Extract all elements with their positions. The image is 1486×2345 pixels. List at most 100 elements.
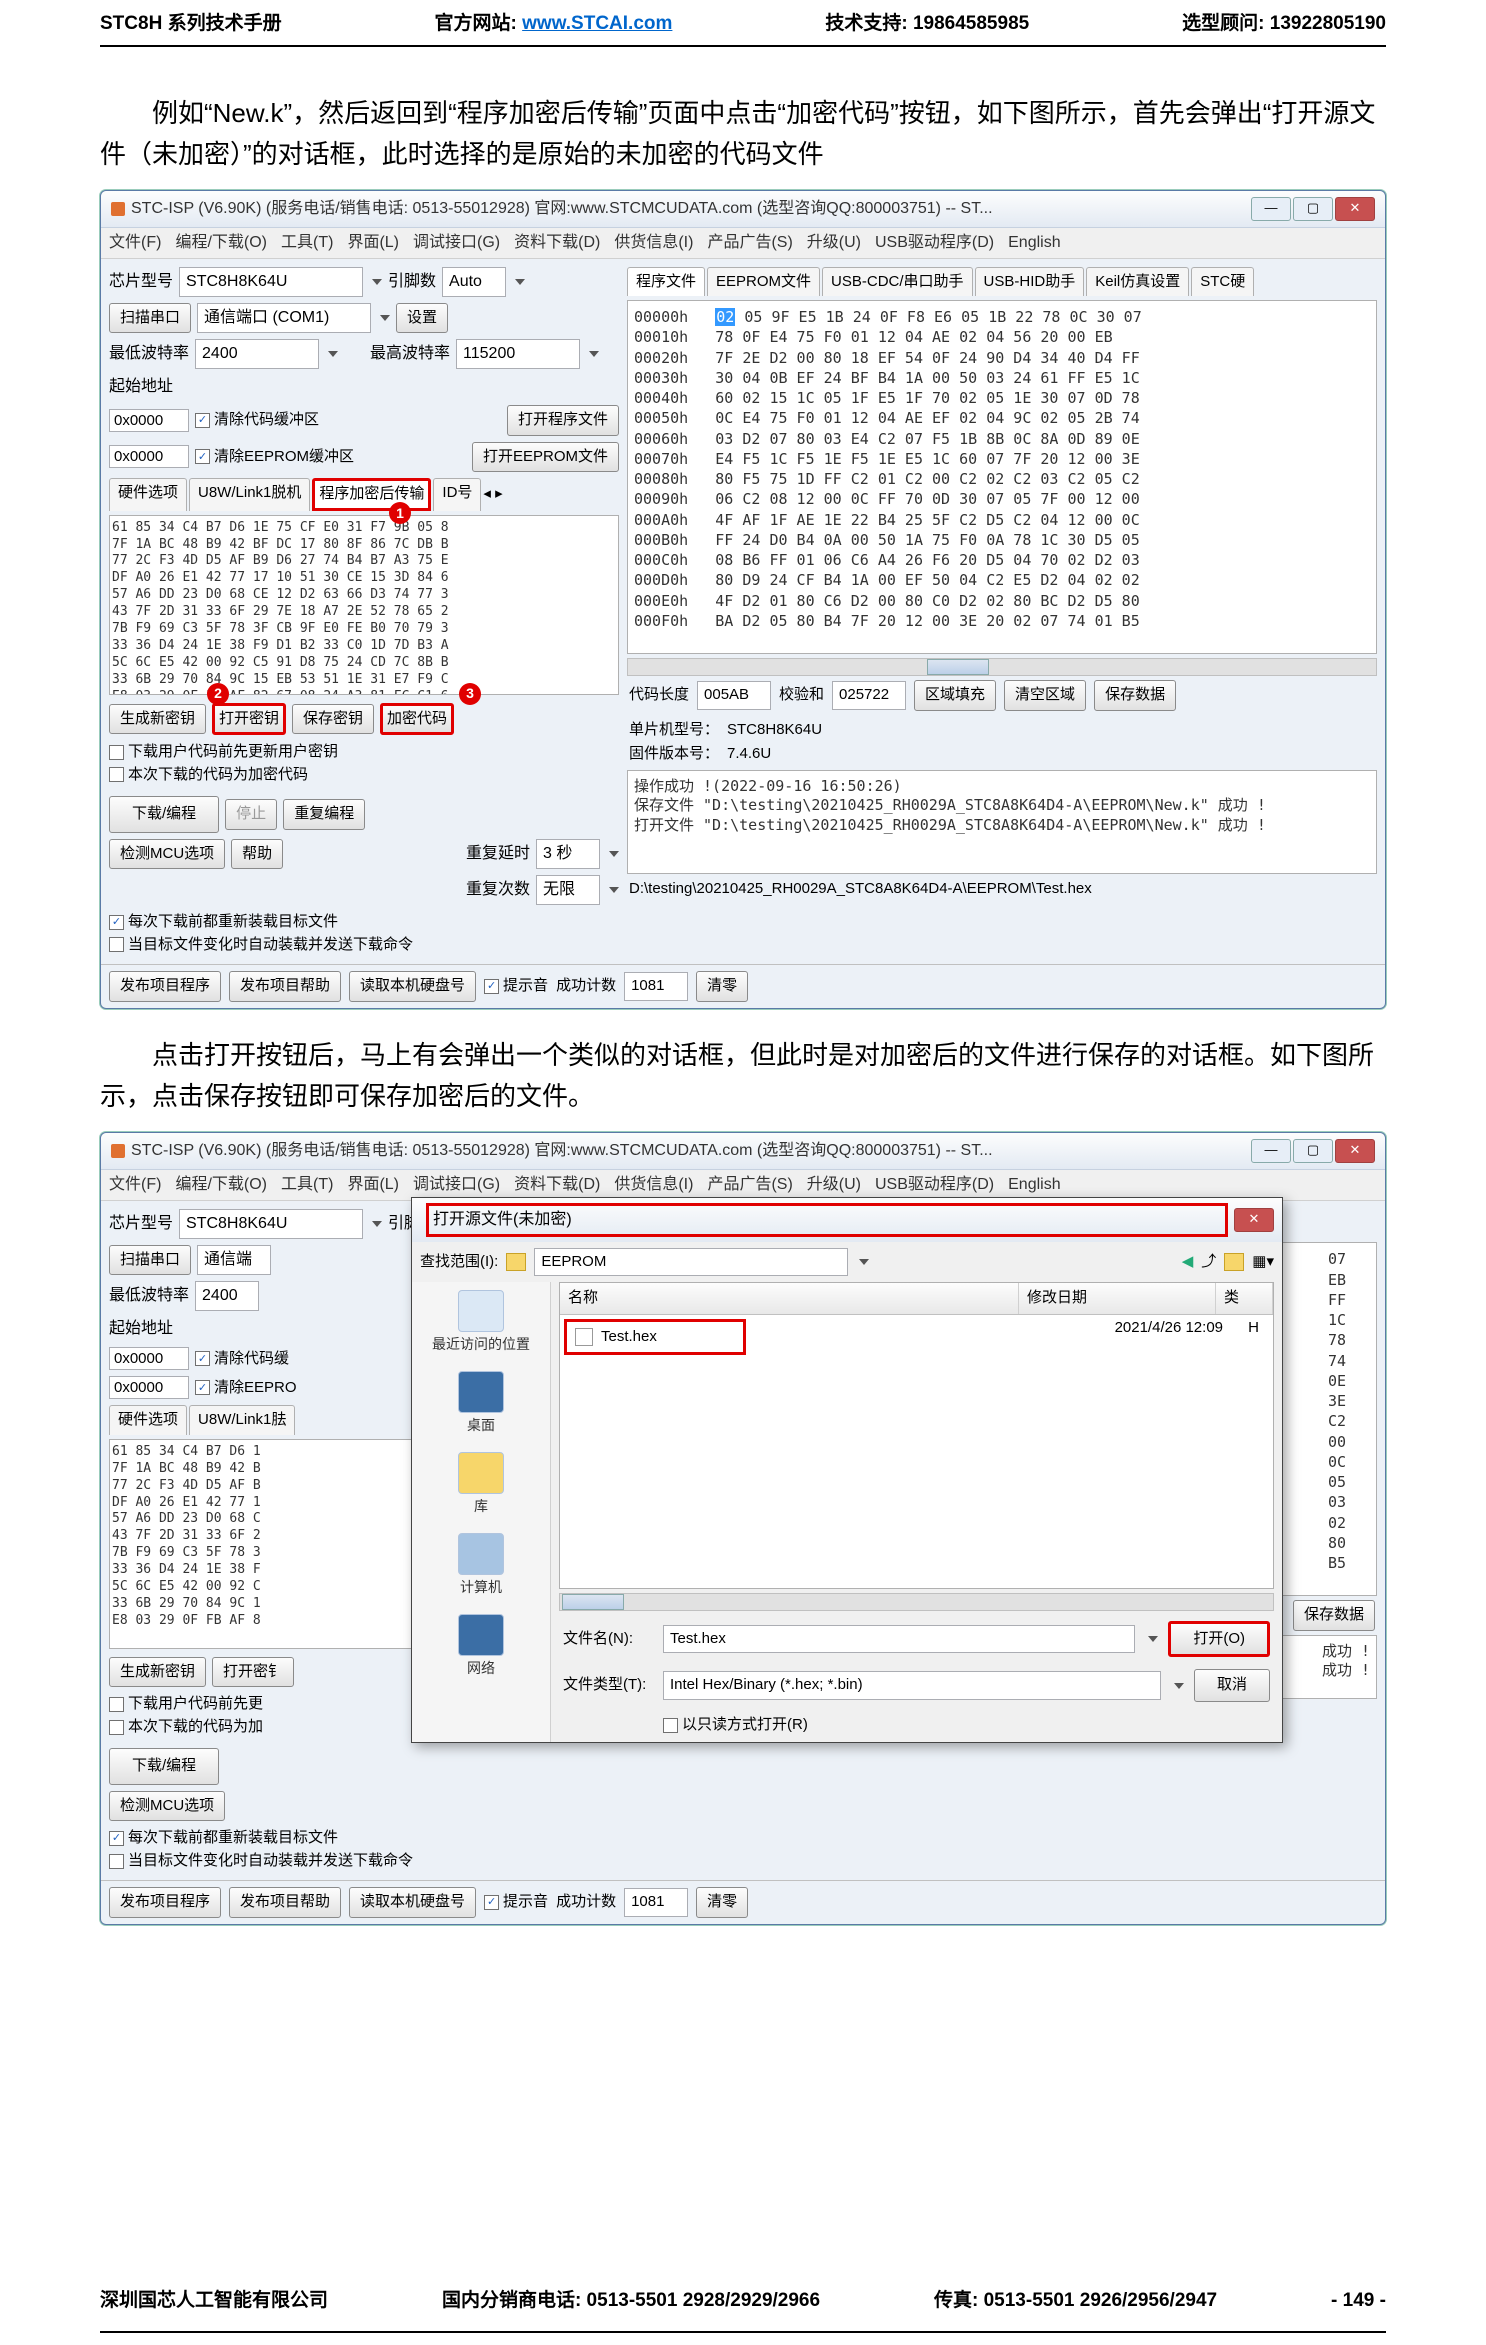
- back-icon[interactable]: ◀: [1182, 1251, 1194, 1274]
- reload-target-checkbox[interactable]: 每次下载前都重新装载目标文件: [128, 1827, 338, 1850]
- menu-program[interactable]: 编程/下载(O): [175, 231, 267, 255]
- menu-upgrade[interactable]: 升级(U): [807, 1173, 861, 1197]
- menu-english[interactable]: English: [1008, 231, 1060, 255]
- filetype-select[interactable]: Intel Hex/Binary (*.hex; *.bin): [663, 1671, 1161, 1700]
- chip-select[interactable]: STC8H8K64U: [179, 267, 363, 297]
- tab-program-file[interactable]: 程序文件: [627, 267, 705, 297]
- tab-keil[interactable]: Keil仿真设置: [1086, 267, 1189, 297]
- publish-help-button[interactable]: 发布项目帮助: [229, 971, 341, 1002]
- up-icon[interactable]: ⤴: [1201, 1251, 1216, 1274]
- menu-layout[interactable]: 界面(L): [347, 1173, 399, 1197]
- save-data-button[interactable]: 保存数据: [1293, 1600, 1375, 1631]
- encrypted-code-checkbox[interactable]: 本次下载的代码为加密代码: [128, 764, 308, 787]
- clear-eeprom-checkbox[interactable]: 清除EEPROM缓冲区: [214, 446, 354, 469]
- place-desktop[interactable]: 桌面: [458, 1371, 504, 1436]
- encrypt-code-button[interactable]: 加密代码: [380, 703, 454, 736]
- file-list-scrollbar[interactable]: [559, 1593, 1274, 1611]
- file-list[interactable]: 名称 修改日期 类 Test.hex 2021/4/26 12:09 H: [559, 1282, 1274, 1589]
- filename-input[interactable]: Test.hex: [663, 1625, 1135, 1654]
- place-recent[interactable]: 最近访问的位置: [432, 1290, 530, 1355]
- settings-button[interactable]: 设置: [396, 303, 448, 334]
- addr-code-input[interactable]: [109, 409, 189, 432]
- clear-count-button[interactable]: 清零: [696, 1887, 748, 1918]
- menu-english[interactable]: English: [1008, 1173, 1060, 1197]
- menu-program[interactable]: 编程/下载(O): [175, 1173, 267, 1197]
- clear-code-checkbox[interactable]: 清除代码缓冲区: [214, 409, 319, 432]
- minimize-button[interactable]: —: [1251, 1139, 1291, 1163]
- menu-tools[interactable]: 工具(T): [281, 1173, 333, 1197]
- menu-debug[interactable]: 调试接口(G): [413, 231, 500, 255]
- tab-id[interactable]: ID号: [433, 478, 481, 511]
- addr-code-input[interactable]: [109, 1347, 189, 1370]
- maximize-button[interactable]: ▢: [1293, 1139, 1333, 1163]
- clear-code-short[interactable]: 清除代码缓: [214, 1348, 289, 1371]
- tab-encrypt-transfer[interactable]: 程序加密后传输: [312, 478, 431, 511]
- help-button[interactable]: 帮助: [231, 839, 283, 870]
- chip-select[interactable]: STC8H8K64U: [179, 1209, 363, 1239]
- read-hdd-button[interactable]: 读取本机硬盘号: [349, 1887, 476, 1918]
- menu-layout[interactable]: 界面(L): [347, 231, 399, 255]
- open-eeprom-button[interactable]: 打开EEPROM文件: [472, 442, 619, 473]
- addr-eeprom-input[interactable]: [109, 1376, 189, 1399]
- menu-file[interactable]: 文件(F): [109, 1173, 161, 1197]
- menu-file[interactable]: 文件(F): [109, 231, 161, 255]
- baud-min-select[interactable]: 2400: [195, 339, 319, 369]
- tab-usb-hid[interactable]: USB-HID助手: [975, 267, 1085, 297]
- menu-upgrade[interactable]: 升级(U): [807, 231, 861, 255]
- menu-download[interactable]: 资料下载(D): [514, 231, 600, 255]
- menu-download[interactable]: 资料下载(D): [514, 1173, 600, 1197]
- save-data-button[interactable]: 保存数据: [1094, 680, 1176, 711]
- stop-button[interactable]: 停止: [225, 799, 277, 830]
- auto-reload-checkbox[interactable]: 当目标文件变化时自动装载并发送下载命令: [128, 934, 413, 957]
- menu-usbdrv[interactable]: USB驱动程序(D): [875, 231, 994, 255]
- dialog-close-button[interactable]: ✕: [1234, 1208, 1274, 1232]
- tab-stc-hw[interactable]: STC硬: [1191, 267, 1254, 297]
- minimize-button[interactable]: —: [1251, 197, 1291, 221]
- menu-usbdrv[interactable]: USB驱动程序(D): [875, 1173, 994, 1197]
- site-link[interactable]: www.STCAI.com: [522, 13, 672, 34]
- update-key-checkbox[interactable]: 下载用户代码前先更新用户密钥: [128, 741, 338, 764]
- readonly-checkbox[interactable]: 以只读方式打开(R): [682, 1714, 808, 1737]
- menu-debug[interactable]: 调试接口(G): [413, 1173, 500, 1197]
- col-name[interactable]: 名称: [560, 1283, 1019, 1314]
- clear-eeprom-short[interactable]: 清除EEPRO: [214, 1377, 297, 1400]
- menu-ads[interactable]: 产品广告(S): [707, 1173, 792, 1197]
- beep-checkbox[interactable]: 提示音: [503, 1891, 548, 1914]
- detect-mcu-button[interactable]: 检测MCU选项: [109, 839, 225, 870]
- tab-usb-cdc[interactable]: USB-CDC/串口助手: [822, 267, 973, 297]
- gen-key-button[interactable]: 生成新密钥: [109, 704, 206, 735]
- repeat-delay-select[interactable]: 3 秒: [536, 839, 600, 869]
- repeat-program-button[interactable]: 重复编程: [283, 799, 365, 830]
- pin-select[interactable]: Auto: [442, 267, 506, 297]
- menu-supply[interactable]: 供货信息(I): [614, 231, 693, 255]
- auto-reload-checkbox[interactable]: 当目标文件变化时自动装载并发送下载命令: [128, 1850, 413, 1873]
- open-key-button[interactable]: 打开密钥: [212, 703, 286, 736]
- gen-key-button[interactable]: 生成新密钥: [109, 1657, 206, 1688]
- col-type[interactable]: 类: [1216, 1283, 1273, 1314]
- open-key-button-short[interactable]: 打开密钅: [212, 1657, 294, 1688]
- save-key-button[interactable]: 保存密钥: [292, 704, 374, 735]
- encrypted-code-short[interactable]: 本次下载的代码为加: [128, 1716, 263, 1739]
- file-item-name[interactable]: Test.hex: [601, 1326, 657, 1349]
- detect-mcu-button[interactable]: 检测MCU选项: [109, 1791, 225, 1822]
- baud-max-select[interactable]: 115200: [456, 339, 580, 369]
- menu-tools[interactable]: 工具(T): [281, 231, 333, 255]
- new-folder-icon[interactable]: [1224, 1253, 1244, 1271]
- place-computer[interactable]: 计算机: [458, 1533, 504, 1598]
- place-libraries[interactable]: 库: [458, 1452, 504, 1517]
- tab-u8w[interactable]: U8W/Link1脱机: [189, 478, 310, 511]
- baud-min-select[interactable]: 2400: [195, 1281, 259, 1311]
- maximize-button[interactable]: ▢: [1293, 197, 1333, 221]
- tab-hardware[interactable]: 硬件选项: [109, 478, 187, 511]
- scan-port-button[interactable]: 扫描串口: [109, 1245, 191, 1276]
- download-button[interactable]: 下载/编程: [109, 796, 219, 833]
- scan-port-button[interactable]: 扫描串口: [109, 303, 191, 334]
- close-button[interactable]: ✕: [1335, 1139, 1375, 1163]
- tab-hardware[interactable]: 硬件选项: [109, 1405, 187, 1435]
- close-button[interactable]: ✕: [1335, 197, 1375, 221]
- fill-area-button[interactable]: 区域填充: [914, 680, 996, 711]
- tab-eeprom-file[interactable]: EEPROM文件: [707, 267, 820, 297]
- cancel-button[interactable]: 取消: [1194, 1669, 1270, 1702]
- col-date[interactable]: 修改日期: [1019, 1283, 1216, 1314]
- reload-target-checkbox[interactable]: 每次下载前都重新装载目标文件: [128, 911, 338, 934]
